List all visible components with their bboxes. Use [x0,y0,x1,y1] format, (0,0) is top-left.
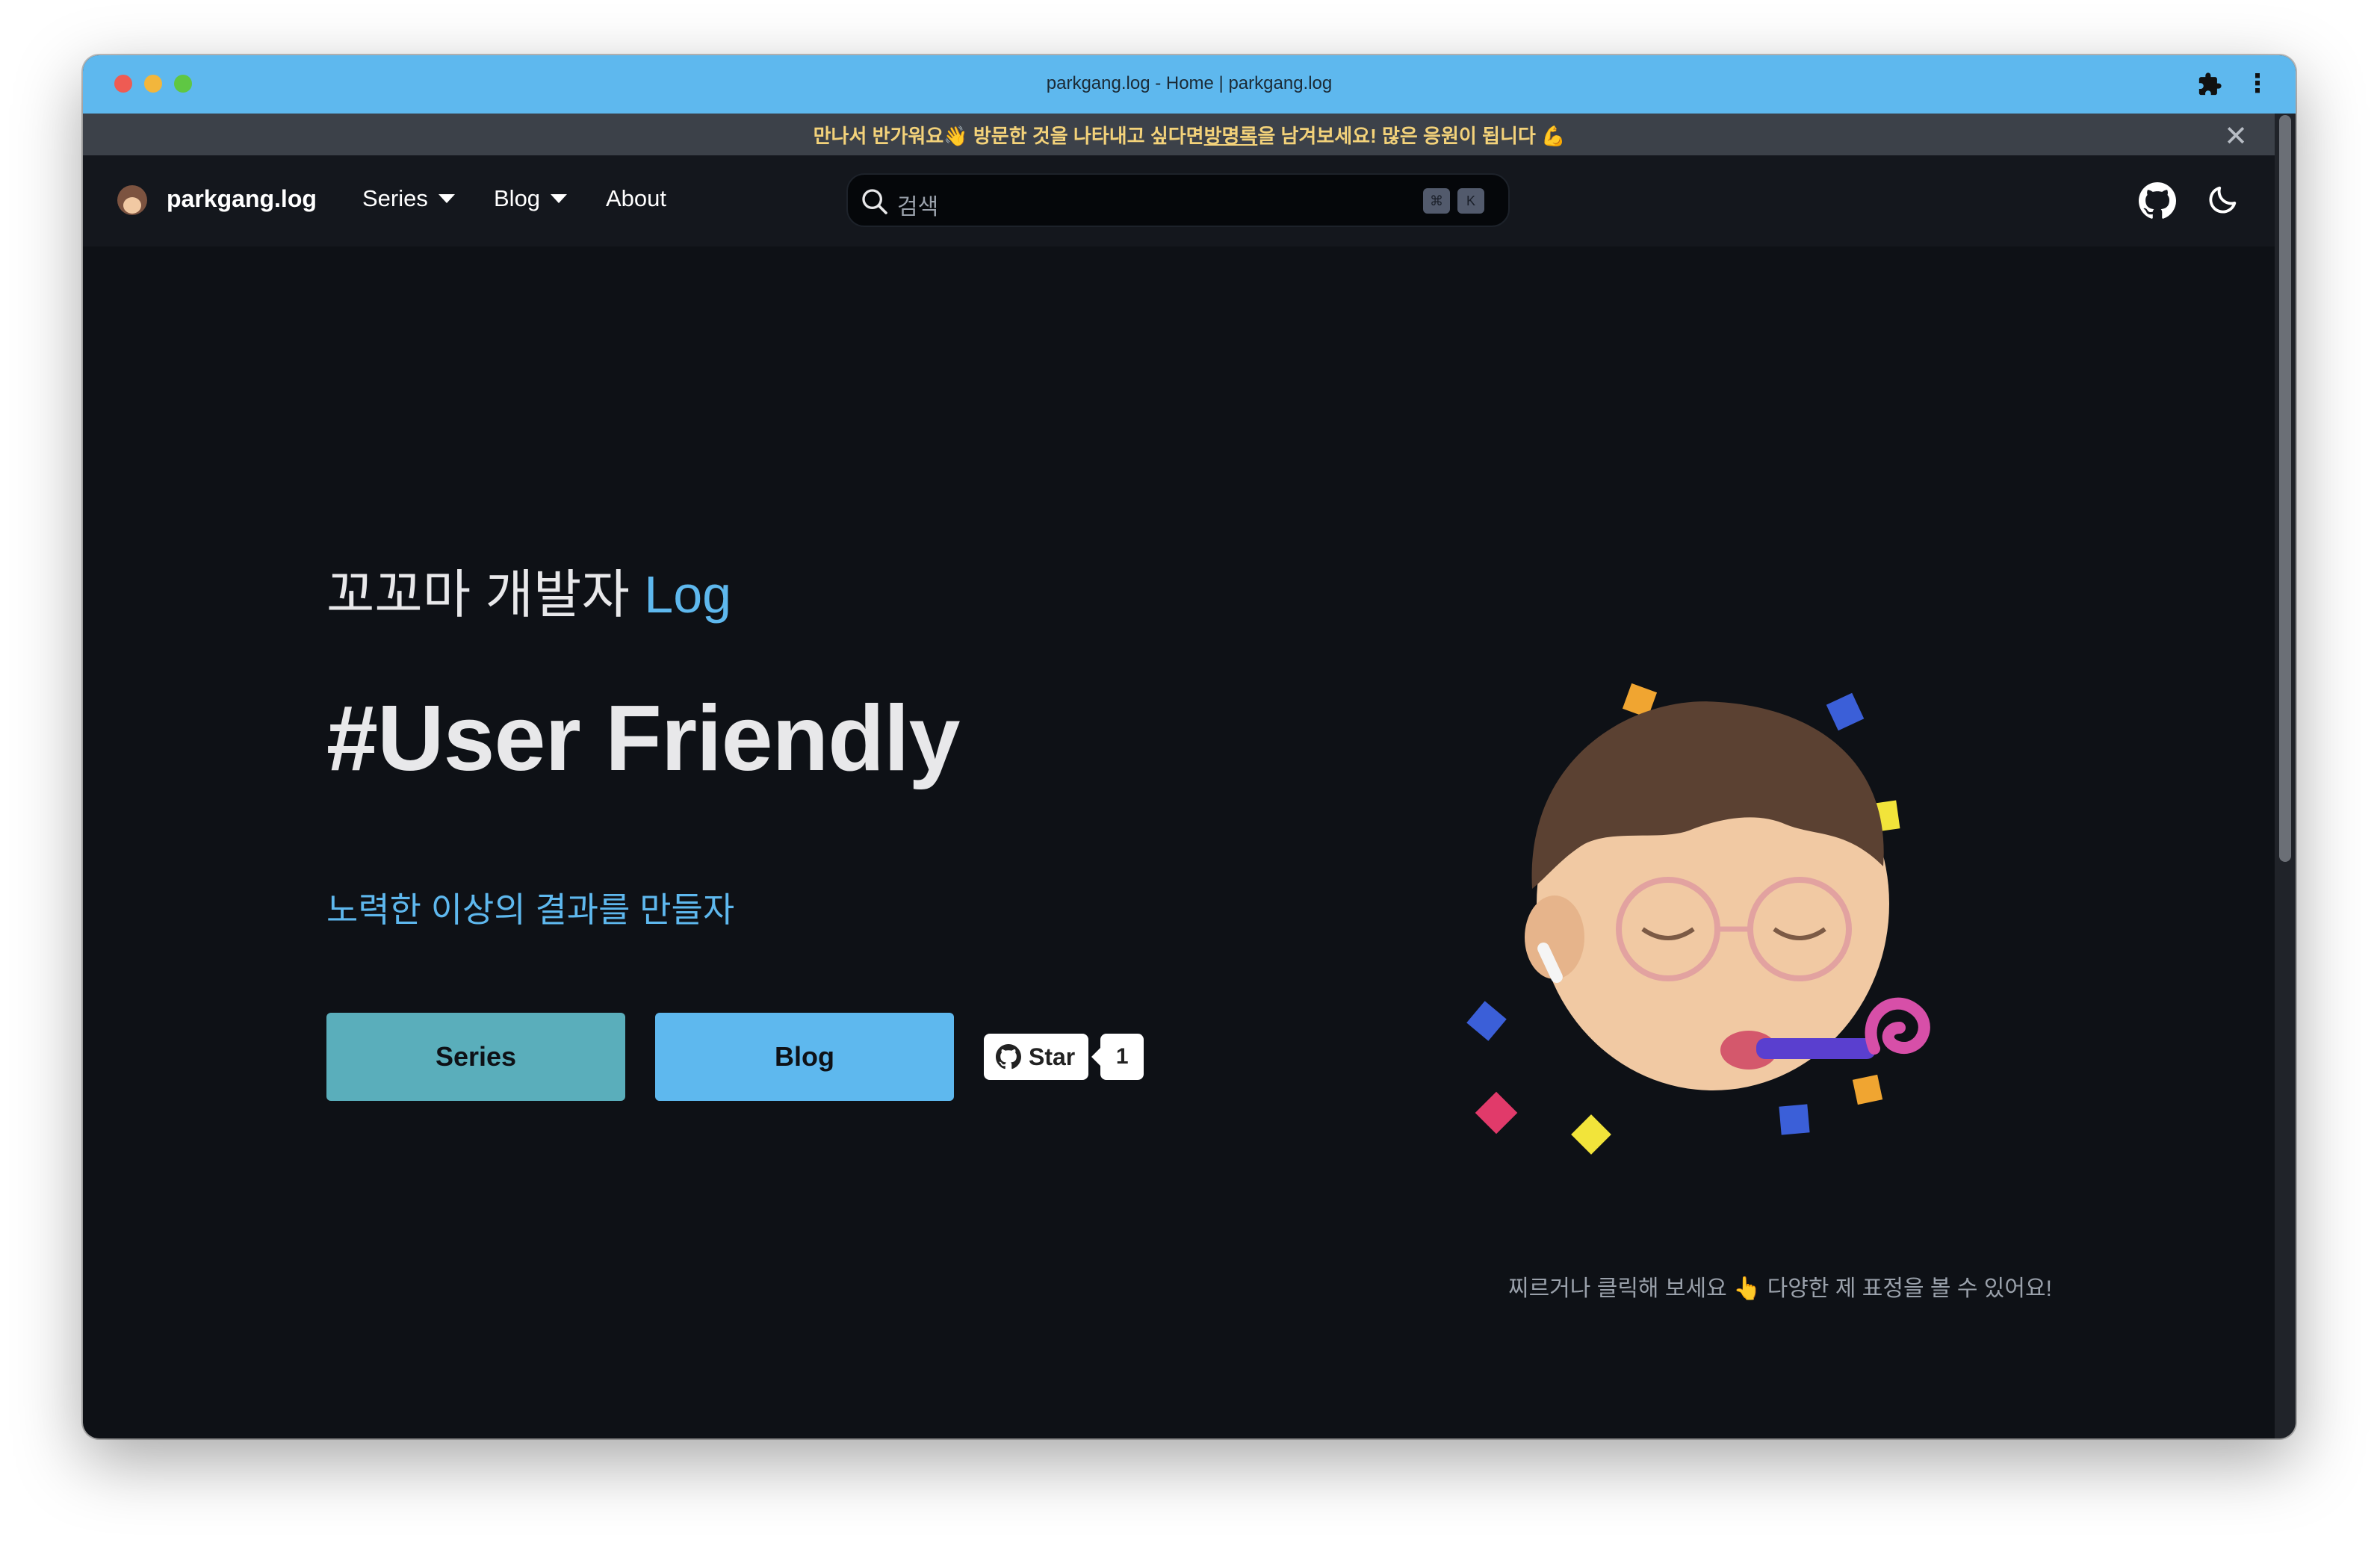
guestbook-link[interactable]: 방명록 [1204,121,1258,149]
series-button[interactable]: Series [326,1013,625,1101]
github-icon [996,1044,1021,1070]
hero-section: 꼬꼬마 개발자 Log #User Friendly 노력한 이상의 결과를 만… [83,246,2275,1438]
site-brand[interactable]: parkgang.log [167,185,317,213]
caret-down-icon [551,194,568,203]
hero-subtitle-text: 꼬꼬마 개발자 [326,565,645,624]
memoji-avatar-illustration[interactable] [1368,665,2040,1202]
avatar[interactable] [117,185,147,215]
kebab-menu-icon[interactable]: ⋮ [2245,69,2270,99]
blog-button[interactable]: Blog [655,1013,954,1101]
search-placeholder: 검색 [897,195,939,220]
nav-item-series[interactable]: Series [362,185,455,212]
shortcut-key-cmd: ⌘ [1423,188,1450,214]
nav-item-about[interactable]: About [606,185,666,212]
moon-icon[interactable] [2206,182,2240,220]
confetti-piece [1466,1001,1507,1041]
caret-down-icon [438,194,455,203]
confetti-piece [1779,1104,1810,1135]
github-star-label: Star [1029,1043,1076,1070]
hero-tagline: 노력한 이상의 결과를 만들자 [326,890,735,929]
banner-text-after: 을 남겨보세요! 많은 응원이 됩니다 💪 [1257,124,1566,147]
announcement-banner: 만나서 반가워요👋 방문한 것을 나타내고 싶다면 방명록 을 남겨보세요! 많… [83,114,2296,155]
github-star-count[interactable]: 1 [1091,1034,1144,1080]
shortcut-key-k: K [1457,188,1484,214]
github-icon[interactable] [2139,182,2176,223]
nav-item-blog[interactable]: Blog [494,185,568,212]
memoji-caption: 찌르거나 클릭해 보세요 👆 다양한 제 표정을 볼 수 있어요! [1508,1276,2052,1301]
confetti-piece [1826,692,1865,731]
confetti-piece [1852,1074,1883,1105]
confetti-piece [1571,1114,1611,1155]
search-input[interactable]: 검색 ⌘ K [846,173,1510,227]
nav-item-label: Blog [494,185,541,211]
party-horn [1756,1038,1876,1059]
window-title: parkgang.log - Home | parkgang.log [1046,73,1333,93]
close-icon[interactable]: ✕ [2224,119,2248,153]
search-icon [862,189,887,214]
title-bar: parkgang.log - Home | parkgang.log ⋮ [83,55,2296,114]
puzzle-icon[interactable] [2197,72,2222,103]
hero-subtitle: 꼬꼬마 개발자 Log [326,553,731,628]
top-navigation: parkgang.log Series Blog About 검색 ⌘ K [83,155,2275,246]
github-star-widget: Star 1 [984,1034,1144,1080]
browser-window: parkgang.log - Home | parkgang.log ⋮ 만나서… [83,55,2296,1438]
banner-text-before: 만나서 반가워요👋 방문한 것을 나타내고 싶다면 [813,124,1204,147]
hero-headline: #User Friendly [326,687,960,790]
nav-item-label: Series [362,185,428,211]
hero-subtitle-accent: Log [644,565,732,624]
party-horn-curl [1865,997,1930,1055]
confetti-piece [1475,1091,1518,1134]
nav-item-label: About [606,185,667,211]
github-star-button[interactable]: Star [984,1034,1089,1080]
scrollbar-thumb[interactable] [2279,115,2291,862]
